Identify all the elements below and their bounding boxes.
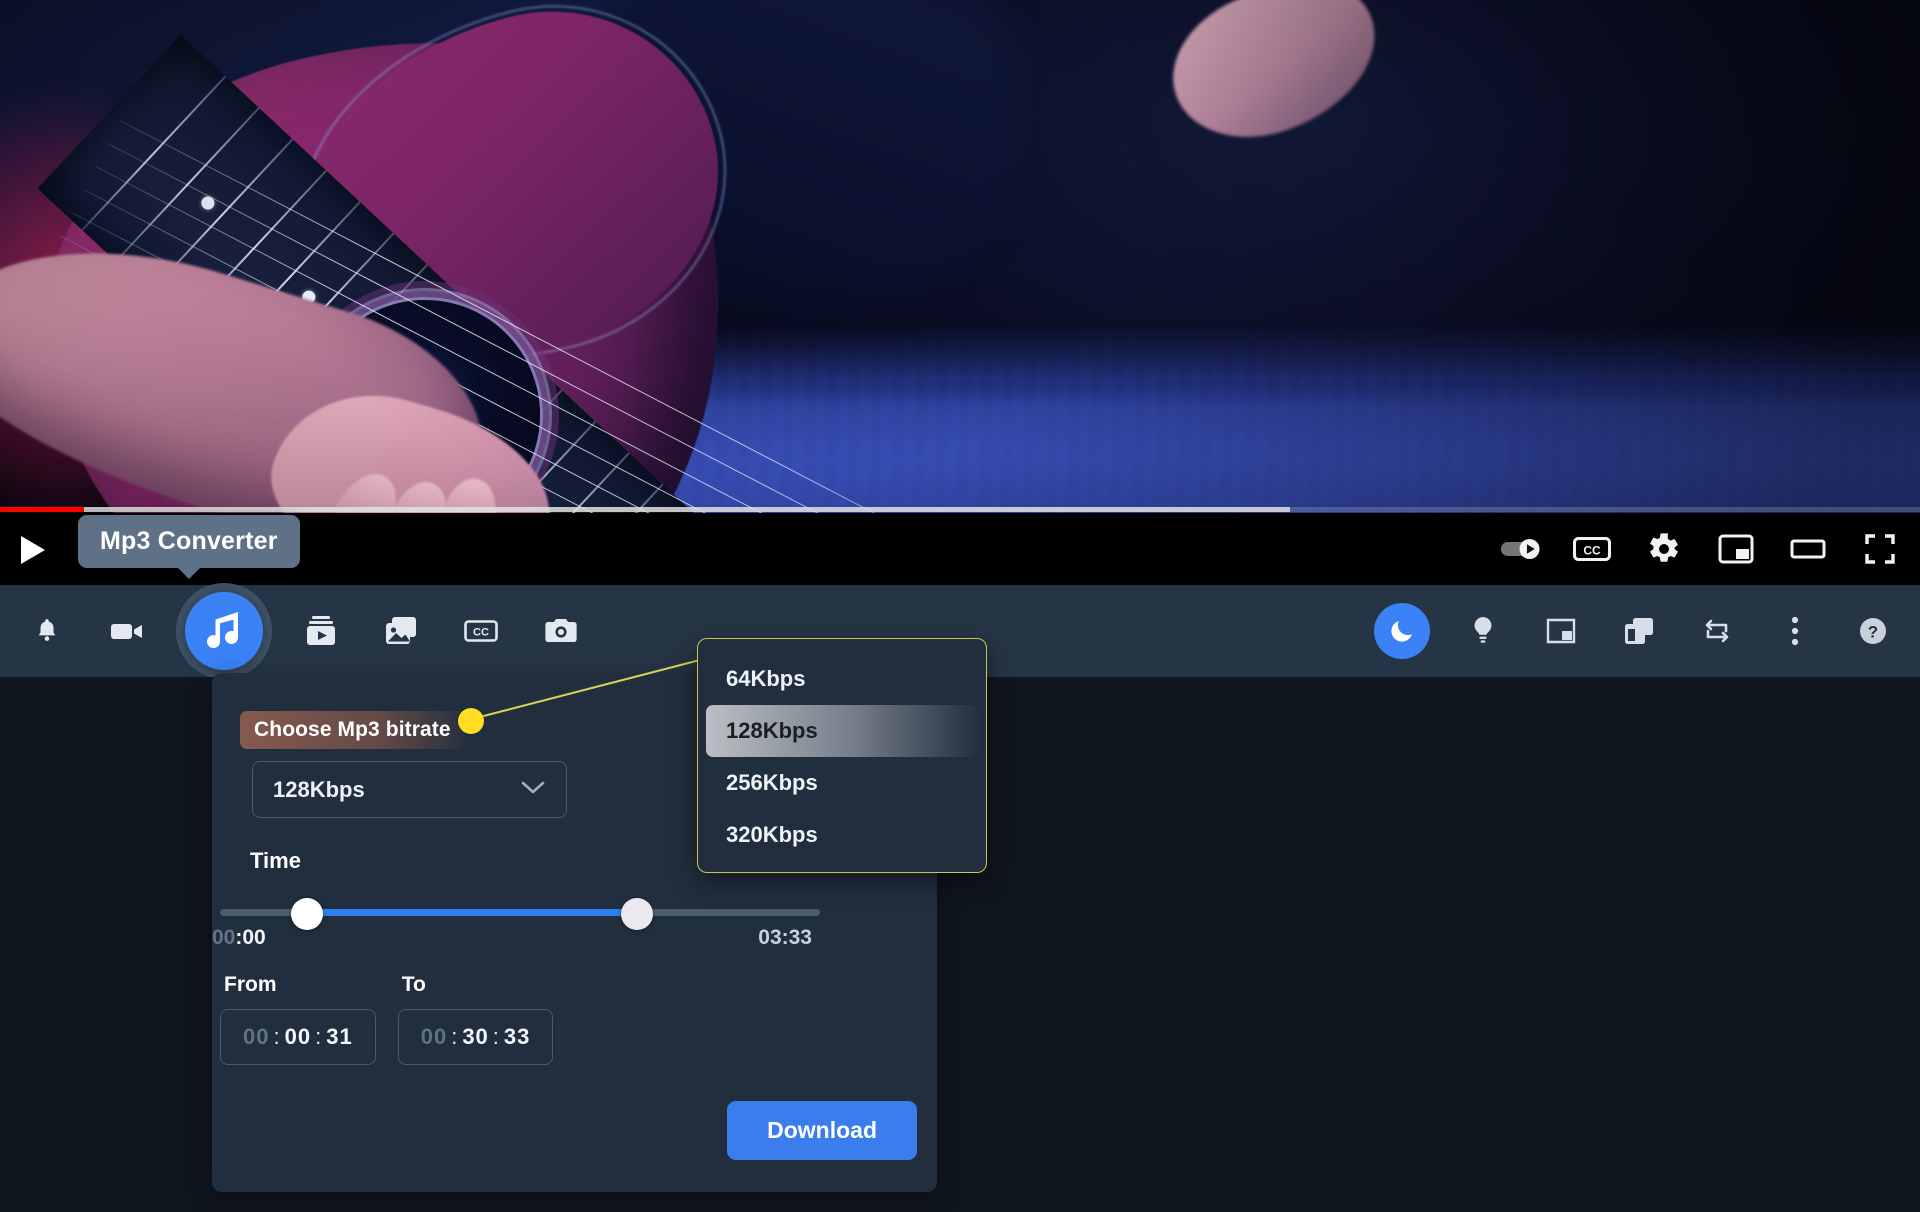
slider-selected-range	[307, 909, 637, 916]
theater-mode-button[interactable]	[1788, 529, 1828, 569]
bitrate-dropdown-menu: 64Kbps 128Kbps 256Kbps 320Kbps	[697, 638, 987, 873]
time-range-start-label: 00:00	[212, 926, 266, 950]
to-group: To 00 : 30 : 33	[397, 973, 554, 1065]
miniplayer-button[interactable]	[1716, 529, 1756, 569]
to-sep-2: :	[492, 1024, 500, 1049]
bitrate-select-value: 128Kbps	[273, 776, 365, 802]
bitrate-option-128kbps[interactable]: 128Kbps	[706, 705, 978, 757]
time-heading: Time	[250, 848, 301, 873]
progress-played	[0, 507, 85, 512]
from-to-row: From 00 : 00 : 31 To 00 : 30 : 33	[220, 973, 554, 1065]
from-seconds: 31	[326, 1024, 353, 1049]
fullscreen-button[interactable]	[1860, 529, 1900, 569]
bitrate-option-256kbps[interactable]: 256Kbps	[706, 757, 978, 809]
download-button[interactable]: Download	[727, 1101, 917, 1160]
mp3-converter-tooltip: Mp3 Converter	[78, 515, 300, 579]
dark-mode-moon-icon[interactable]	[1374, 603, 1430, 659]
copy-windows-icon[interactable]	[1614, 606, 1664, 656]
from-time-input[interactable]: 00 : 00 : 31	[220, 1009, 376, 1065]
from-sep-1: :	[273, 1024, 281, 1049]
to-sep-1: :	[451, 1024, 459, 1049]
svg-text:CC: CC	[473, 627, 489, 639]
slider-thumb-end[interactable]	[621, 898, 653, 930]
progress-loaded	[0, 507, 1291, 512]
extension-toolbar-right: ?	[1374, 603, 1898, 659]
image-downloader-icon[interactable]	[376, 606, 426, 656]
svg-text:CC: CC	[1583, 544, 1601, 558]
svg-text:?: ?	[1868, 623, 1878, 642]
time-start-hours: 00	[212, 926, 236, 949]
to-seconds: 33	[503, 1024, 531, 1049]
app-root: CC Mp3 Converter CC ? Choose Mp3 bitrate…	[0, 0, 1920, 1212]
notifications-bell-icon[interactable]	[22, 606, 72, 656]
time-range-end-label: 03:33	[758, 926, 812, 949]
from-minutes: 00	[284, 1024, 312, 1049]
time-start-minutes: :00	[235, 926, 266, 949]
from-group: From 00 : 00 : 31	[220, 973, 376, 1065]
video-player-stage[interactable]	[0, 0, 1920, 513]
to-time-input[interactable]: 00 : 30 : 33	[397, 1009, 554, 1065]
bitrate-label: Choose Mp3 bitrate	[240, 711, 465, 749]
to-hours: 00	[420, 1024, 448, 1049]
help-question-icon[interactable]: ?	[1848, 606, 1898, 656]
time-range-slider[interactable]	[220, 883, 820, 943]
more-options-icon[interactable]	[1770, 606, 1820, 656]
to-caption: To	[401, 973, 426, 996]
bitrate-option-320kbps[interactable]: 320Kbps	[706, 809, 978, 861]
mp3-converter-icon[interactable]	[176, 583, 272, 679]
callout-dot-marker	[458, 708, 484, 734]
from-hours: 00	[243, 1024, 270, 1049]
extension-toolbar-left: CC	[0, 583, 586, 679]
chevron-down-icon	[520, 779, 546, 800]
slider-thumb-start[interactable]	[291, 898, 323, 930]
video-downloader-icon[interactable]	[296, 606, 346, 656]
to-minutes: 30	[462, 1024, 489, 1049]
video-recorder-icon[interactable]	[102, 606, 152, 656]
bitrate-option-64kbps[interactable]: 64Kbps	[706, 653, 978, 705]
repeat-loop-icon[interactable]	[1692, 606, 1742, 656]
play-button[interactable]	[14, 531, 52, 569]
video-progress-bar[interactable]	[0, 507, 1920, 512]
from-caption: From	[224, 973, 277, 996]
picture-in-picture-icon[interactable]	[1536, 606, 1586, 656]
from-sep-2: :	[315, 1024, 323, 1049]
player-right-controls: CC	[1500, 529, 1900, 569]
video-frame-guitarist	[0, 0, 1920, 513]
subtitles-cc-icon[interactable]: CC	[456, 606, 506, 656]
screenshot-camera-icon[interactable]	[536, 606, 586, 656]
autoplay-toggle[interactable]	[1500, 529, 1540, 569]
settings-gear-button[interactable]	[1644, 529, 1684, 569]
bitrate-select[interactable]: 128Kbps	[252, 761, 567, 818]
subtitles-cc-button[interactable]: CC	[1572, 529, 1612, 569]
player-left-controls	[14, 531, 52, 569]
lightbulb-icon[interactable]	[1458, 606, 1508, 656]
mp3-converter-active-circle	[185, 592, 263, 670]
